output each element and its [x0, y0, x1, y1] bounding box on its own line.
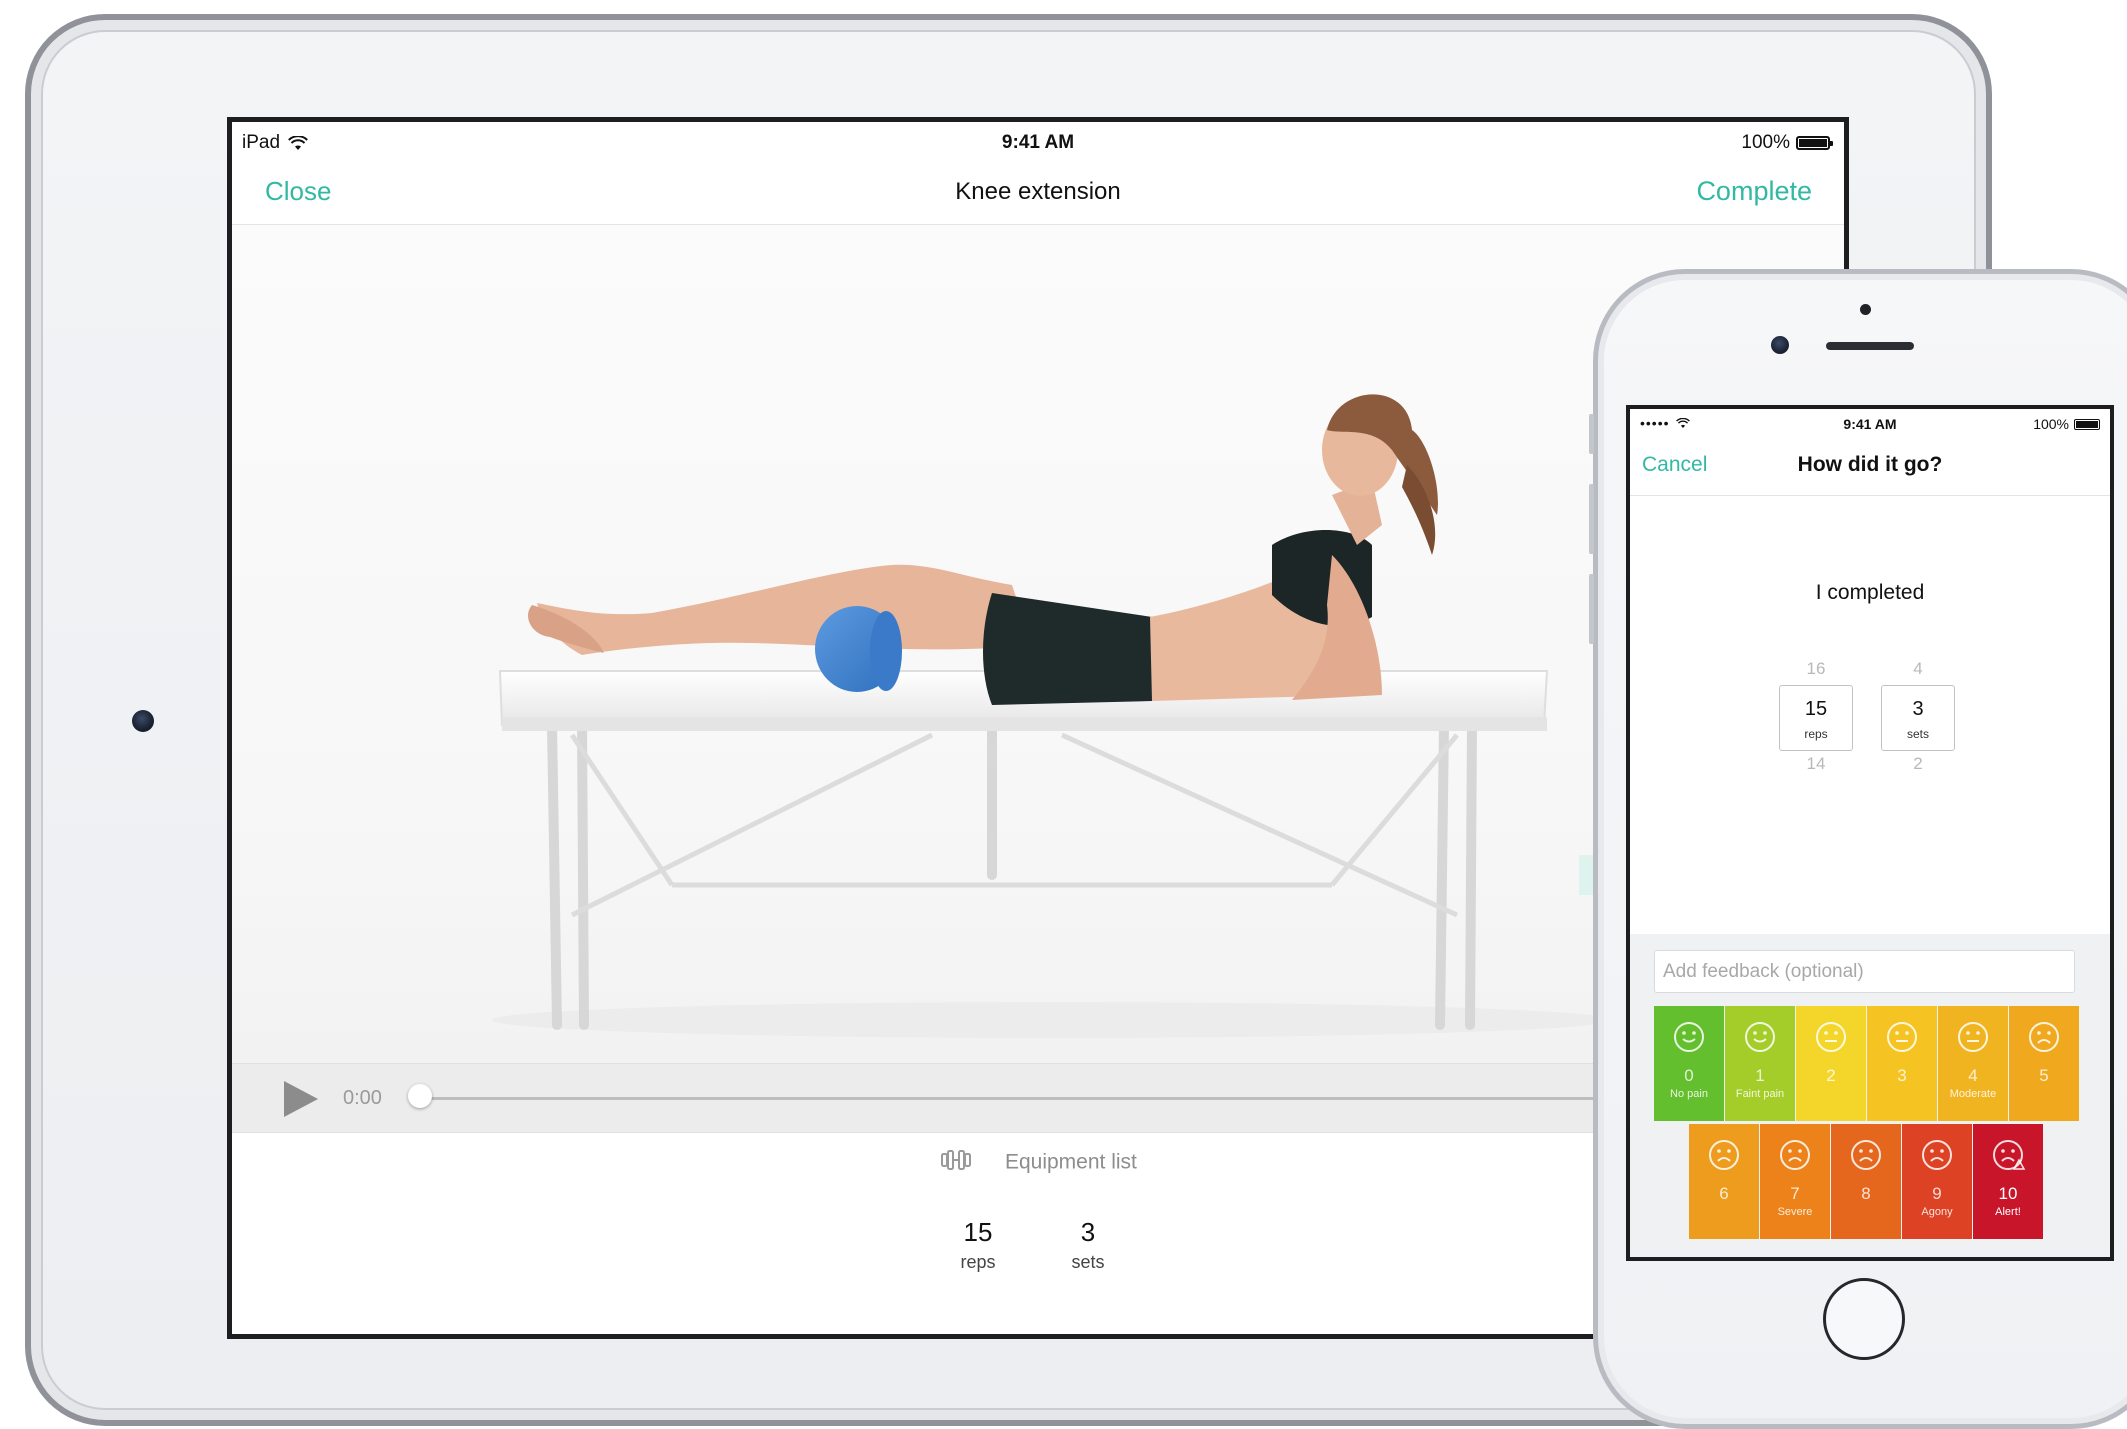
sets-selected-value: 3 [1912, 698, 1924, 720]
iphone-device: ••••• 9:41 AM 100% Cancel How did it go?… [1589, 269, 2127, 1429]
pain-level-number: 9 [1932, 1184, 1942, 1203]
feedback-input[interactable] [1654, 950, 2075, 993]
pain-level-label: No pain [1670, 1088, 1708, 1100]
battery-icon [1796, 136, 1833, 150]
navigation-bar: Cancel How did it go? [1630, 437, 2110, 496]
pain-level-number: 1 [1755, 1066, 1765, 1085]
pain-level-number: 6 [1719, 1184, 1729, 1203]
page-title: Knee extension [955, 178, 1121, 205]
sad-face-icon [1849, 1138, 1885, 1179]
pain-level-1[interactable]: 1 Faint pain [1725, 1006, 1795, 1121]
pain-level-label: Severe [1777, 1206, 1813, 1218]
pain-level-5[interactable]: 5 [2009, 1006, 2079, 1121]
dumbbell-icon [939, 1149, 973, 1177]
sad-face-icon [1778, 1138, 1814, 1179]
earpiece-speaker [1826, 342, 1914, 350]
pain-scale-row: 0 No pain 1 Faint pain 2 3 4 Moderate 5 [1654, 1006, 2079, 1121]
pain-level-number: 7 [1790, 1184, 1800, 1203]
pain-level-label: Agony [1921, 1206, 1953, 1218]
status-bar: ••••• 9:41 AM 100% [1630, 409, 2110, 437]
sets-selected-unit: sets [1906, 727, 1929, 741]
alert-face-icon [1991, 1138, 2027, 1179]
completed-label: I completed [1815, 581, 1925, 604]
status-time: 9:41 AM [1001, 132, 1075, 153]
sets-picker-selected[interactable]: 3 sets [1881, 685, 1955, 751]
mute-switch [1589, 414, 1594, 454]
picker-option[interactable]: 16 [1776, 653, 1856, 685]
pain-level-9[interactable]: 9 Agony [1902, 1124, 1972, 1239]
reps-stat: 15 reps [933, 1217, 1023, 1273]
home-button[interactable] [1823, 1278, 1905, 1360]
pain-level-4[interactable]: 4 Moderate [1938, 1006, 2008, 1121]
scrubber-track[interactable] [421, 1097, 1598, 1100]
pain-level-number: 10 [1998, 1184, 2018, 1203]
sad-face-icon [2027, 1020, 2063, 1061]
pain-level-7[interactable]: 7 Severe [1760, 1124, 1830, 1239]
front-camera [132, 710, 154, 732]
battery-percent: 100% [1741, 132, 1790, 153]
smiley-face-icon [1672, 1020, 1708, 1061]
battery-percent: 100% [2033, 416, 2069, 432]
sad-face-icon [1707, 1138, 1743, 1179]
reps-selected-unit: reps [1804, 727, 1828, 741]
iphone-screen: ••••• 9:41 AM 100% Cancel How did it go?… [1626, 405, 2114, 1261]
navigation-bar: Close Knee extension Complete [232, 158, 1844, 225]
neutral-face-icon [1956, 1020, 1992, 1061]
neutral-face-icon [1885, 1020, 1921, 1061]
picker-option[interactable]: 4 [1878, 653, 1958, 685]
page-title: How did it go? [1797, 453, 1943, 476]
volume-down-button [1589, 574, 1594, 644]
status-bar: iPad 9:41 AM 100% [232, 122, 1844, 158]
pain-level-3[interactable]: 3 [1867, 1006, 1937, 1121]
pain-level-10[interactable]: 10 Alert! [1973, 1124, 2043, 1239]
reps-unit: reps [960, 1252, 996, 1272]
pain-level-number: 5 [2039, 1066, 2049, 1085]
pain-level-label: Alert! [1995, 1206, 2021, 1218]
complete-button[interactable]: Complete [1696, 176, 1812, 207]
pain-level-number: 2 [1826, 1066, 1836, 1085]
equipment-list-label: Equipment list [1004, 1150, 1137, 1174]
smiley-face-icon [1743, 1020, 1779, 1061]
pain-level-6[interactable]: 6 [1689, 1124, 1759, 1239]
sad-face-icon [1920, 1138, 1956, 1179]
pain-level-number: 8 [1861, 1184, 1871, 1203]
feedback-panel: 0 No pain 1 Faint pain 2 3 4 Moderate 5 6 7 Severe… [1630, 934, 2110, 1257]
pain-level-label: Moderate [1949, 1088, 1997, 1100]
pain-level-0[interactable]: 0 No pain [1654, 1006, 1724, 1121]
sets-stat: 3 sets [1043, 1217, 1133, 1273]
pain-level-8[interactable]: 8 [1831, 1124, 1901, 1239]
play-button[interactable] [284, 1081, 318, 1117]
picker-option[interactable]: 14 [1776, 751, 1856, 777]
pain-level-number: 4 [1968, 1066, 1978, 1085]
picker-option[interactable]: 2 [1878, 751, 1958, 777]
sets-picker[interactable]: ​ 4 3 sets 2 [1878, 635, 1958, 777]
pain-level-number: 0 [1684, 1066, 1694, 1085]
reps-picker-selected[interactable]: 15 reps [1779, 685, 1853, 751]
pain-level-2[interactable]: 2 [1796, 1006, 1866, 1121]
scrubber-knob[interactable] [408, 1084, 432, 1108]
battery-icon [2074, 418, 2100, 430]
volume-up-button [1589, 484, 1594, 554]
pain-scale-row: 6 7 Severe 8 9 Agony 10 Alert! [1689, 1124, 2043, 1239]
neutral-face-icon [1814, 1020, 1850, 1061]
pain-level-label: Faint pain [1735, 1088, 1785, 1100]
reps-picker[interactable]: ​ 16 15 reps 14 [1776, 635, 1856, 777]
proximity-sensor [1860, 304, 1871, 315]
elapsed-time: 0:00 [343, 1087, 382, 1109]
sets-value: 3 [1080, 1217, 1096, 1247]
sets-unit: sets [1071, 1252, 1105, 1272]
front-camera [1771, 336, 1789, 354]
reps-value: 15 [963, 1217, 993, 1247]
pain-level-number: 3 [1897, 1066, 1907, 1085]
reps-selected-value: 15 [1804, 698, 1828, 720]
